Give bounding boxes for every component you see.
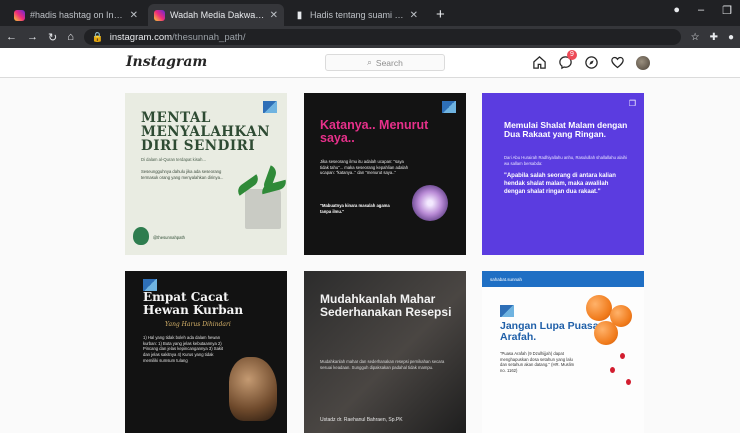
post-text: Seseungguhnya dahulu jika ada seseorang …	[141, 169, 224, 180]
post-quote: "Apabila salah seorang di antara kalian …	[504, 173, 616, 195]
new-tab-button[interactable]: +	[428, 6, 453, 26]
profile-icon[interactable]: ●	[673, 4, 680, 17]
post-text: "Puasa Arafah (9 Dzulhijjah) dapat mengh…	[500, 351, 575, 374]
post-tile-5[interactable]: Mudahkanlah Mahar Sederhanakan Resepsi M…	[304, 271, 466, 433]
post-title: Memulai Shalat Malam dengan Dua Rakaat y…	[504, 120, 628, 139]
orange-image	[594, 321, 618, 345]
forward-icon[interactable]: →	[27, 31, 38, 43]
flag-icon	[442, 101, 456, 113]
flag-icon	[263, 101, 277, 113]
berry-image	[626, 379, 631, 385]
messenger-icon[interactable]: 9	[558, 50, 577, 70]
berry-image	[610, 367, 615, 373]
instagram-logo[interactable]: Instagram	[126, 54, 207, 70]
berry-image	[620, 353, 625, 359]
post-tile-6[interactable]: sahabat.sunnah Jangan Lupa Puasa Arafah.…	[482, 271, 644, 433]
avatar[interactable]	[636, 55, 650, 70]
search-input[interactable]: ⌕ Search	[325, 54, 445, 71]
explore-compass-icon[interactable]	[584, 55, 599, 70]
post-title: Katanya.. Menurut saya..	[320, 118, 429, 146]
post-text: Di dalam al-Quran terdapat kisah...	[141, 157, 206, 162]
post-tile-1[interactable]: MENTAL MENYALAHKAN DIRI SENDIRI Di dalam…	[125, 93, 287, 255]
tab-title: Wadah Media Dakwah Sunnah (	[170, 10, 265, 20]
home-icon[interactable]: ⌂	[67, 31, 74, 43]
orange-image	[586, 295, 612, 321]
post-footer: Ustadz dr. Raehanul Bahraen, Sp.PK	[320, 417, 403, 423]
post-text: Dari Abu Hurairah Radhiyallahu anhu, Ras…	[504, 155, 627, 166]
search-icon: ⌕	[367, 57, 372, 67]
tab-title: #hadis hashtag on Instagram • P	[30, 10, 125, 20]
lock-icon: 🔒	[91, 31, 104, 43]
goat-image	[229, 357, 277, 421]
home-icon[interactable]	[532, 55, 547, 70]
back-icon[interactable]: ←	[6, 31, 17, 43]
multi-post-icon: ❐	[628, 99, 636, 108]
minimize-icon[interactable]: –	[698, 4, 704, 17]
close-icon[interactable]: ✕	[270, 10, 278, 21]
account-icon[interactable]: ●	[728, 32, 734, 43]
browser-tabbar: #hadis hashtag on Instagram • P ✕ Wadah …	[0, 0, 740, 26]
url-host: instagram.com	[109, 31, 173, 43]
heart-icon[interactable]	[610, 55, 625, 70]
post-tile-4[interactable]: Empat Cacat Hewan Kurban Yang Harus Dihi…	[125, 271, 287, 433]
url-path: /thesunnah_path/	[172, 31, 246, 43]
browser-tab-3[interactable]: ▮ Hadis tentang suami dalam kitab ✕	[288, 4, 424, 26]
bookmark-star-icon[interactable]: ☆	[691, 32, 700, 43]
post-topbar: sahabat.sunnah	[482, 271, 644, 287]
instagram-header: Instagram ⌕ Search 9	[0, 48, 740, 78]
close-icon[interactable]: ✕	[130, 10, 138, 21]
post-tile-3[interactable]: Memulai Shalat Malam dengan Dua Rakaat y…	[482, 93, 644, 255]
post-title: Empat Cacat Hewan Kurban	[143, 290, 244, 317]
logo-icon	[133, 227, 149, 245]
browser-tab-1[interactable]: #hadis hashtag on Instagram • P ✕	[8, 4, 144, 26]
post-text: Mudahkanlah mahar dan sederhanakan resep…	[320, 359, 445, 370]
post-text: 1) Hal yang tidak boleh ada dalam hewan …	[143, 335, 224, 363]
book-icon: ▮	[296, 9, 303, 21]
plant-image	[235, 165, 287, 229]
post-tile-2[interactable]: Katanya.. Menurut saya.. Jika seseorang …	[304, 93, 466, 255]
post-title: MENTAL MENYALAHKAN DIRI SENDIRI	[141, 110, 271, 155]
close-icon[interactable]: ✕	[410, 10, 418, 21]
post-quote: "Mabuatnya kinara masalah agama tanpa il…	[320, 203, 390, 214]
post-title: Mudahkanlah Mahar Sederhanakan Resepsi	[320, 292, 452, 319]
post-footer: @thesunnahpath	[153, 235, 185, 241]
post-subtitle: Yang Harus Dihindari	[165, 321, 231, 328]
post-text: Jika seseorang ilmu itu adalah ucapan: "…	[320, 159, 409, 176]
browser-tab-2[interactable]: Wadah Media Dakwah Sunnah ( ✕	[148, 4, 284, 26]
reload-icon[interactable]: ↻	[48, 31, 57, 44]
instagram-nav: 9	[532, 50, 650, 70]
flower-image	[412, 185, 448, 221]
post-topbar-text: sahabat.sunnah	[490, 276, 523, 282]
notification-badge: 9	[567, 50, 577, 60]
browser-toolbar: ← → ↻ ⌂ 🔒 instagram.com/thesunnah_path/ …	[0, 26, 740, 48]
tab-title: Hadis tentang suami dalam kitab	[310, 10, 405, 20]
search-placeholder: Search	[375, 57, 403, 68]
extensions-icon[interactable]: ✚	[710, 32, 718, 43]
address-bar[interactable]: 🔒 instagram.com/thesunnah_path/	[83, 29, 681, 45]
flag-icon	[500, 305, 514, 317]
instagram-icon	[154, 9, 165, 21]
instagram-icon	[14, 9, 25, 21]
maximize-icon[interactable]: ❐	[722, 4, 732, 17]
window-controls: ● – ❐	[673, 4, 732, 17]
